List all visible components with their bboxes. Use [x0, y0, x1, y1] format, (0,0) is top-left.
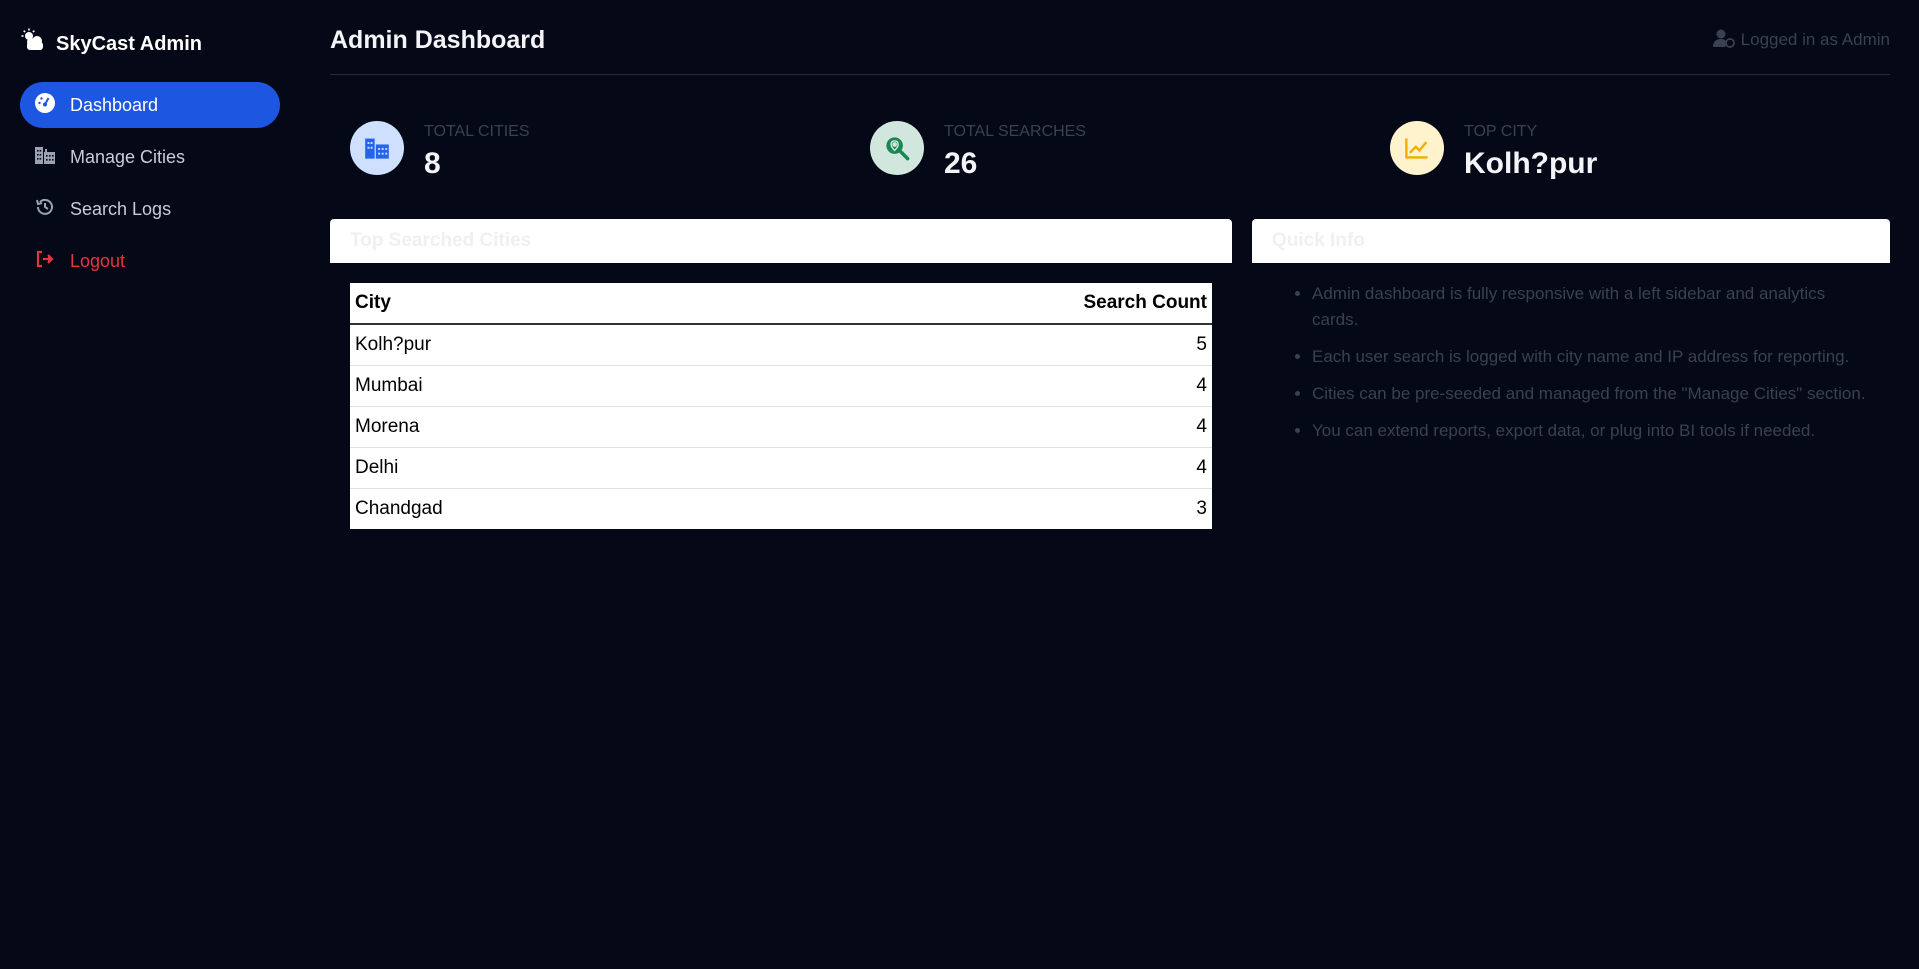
sidebar-item-label: Dashboard — [70, 94, 159, 115]
sidebar-item-label: Manage Cities — [70, 146, 186, 167]
panel-title: Top Searched Cities — [330, 219, 1232, 263]
search-location-icon — [870, 121, 924, 175]
count-cell: 5 — [714, 324, 1212, 366]
quick-info-panel: Quick Info Admin dashboard is fully resp… — [1252, 219, 1890, 549]
table-row: Kolh?pur 5 — [350, 324, 1212, 366]
stat-value: Kolh?pur — [1464, 147, 1598, 180]
city-cell: Kolh?pur — [350, 324, 715, 366]
user-status: Logged in as Admin — [1712, 22, 1890, 53]
sidebar-item-logout[interactable]: Logout — [20, 238, 280, 284]
top-cities-table: City Search Count Kolh?pur 5 Mumbai 4 Mo… — [350, 283, 1212, 529]
cloud-sun-icon — [20, 28, 46, 60]
list-item: Admin dashboard is fully responsive with… — [1312, 281, 1870, 333]
topbar: Admin Dashboard Logged in as Admin — [330, 0, 1890, 75]
city-cell: Morena — [350, 406, 715, 448]
list-item: Each user search is logged with city nam… — [1312, 344, 1870, 370]
main-content: Admin Dashboard Logged in as Admin TOTAL… — [330, 0, 1890, 549]
sidebar: SkyCast Admin Dashboard Manage Cities Se… — [0, 0, 300, 969]
stat-label: TOP CITY — [1464, 123, 1538, 140]
stat-value: 26 — [944, 147, 978, 180]
panels-row: Top Searched Cities City Search Count Ko… — [330, 219, 1890, 549]
count-cell: 3 — [1196, 497, 1207, 519]
table-row: Delhi 4 — [350, 447, 1212, 489]
stat-label: TOTAL CITIES — [424, 123, 530, 140]
list-item: Cities can be pre-seeded and managed fro… — [1312, 381, 1870, 407]
table-row: Mumbai 4 — [350, 365, 1212, 407]
count-cell: 4 — [714, 447, 1212, 489]
table-header-row: City Search Count — [350, 283, 1212, 325]
sidebar-item-manage-cities[interactable]: Manage Cities — [20, 134, 280, 180]
user-cog-icon — [1712, 28, 1735, 53]
table-row: Chandgad 3 — [350, 488, 1212, 529]
sidebar-item-search-logs[interactable]: Search Logs — [20, 186, 280, 232]
sidebar-item-label: Logout — [70, 250, 126, 271]
column-header-search-count: Search Count — [714, 283, 1212, 325]
count-cell: 4 — [714, 406, 1212, 448]
panel-title: Quick Info — [1252, 219, 1890, 263]
quick-info-list: Admin dashboard is fully responsive with… — [1272, 281, 1870, 444]
page-title: Admin Dashboard — [330, 25, 546, 54]
stat-value: 8 — [424, 147, 441, 180]
brand-name: SkyCast Admin — [56, 32, 202, 55]
table-row: Morena 4 — [350, 406, 1212, 448]
sidebar-item-label: Search Logs — [70, 198, 172, 219]
brand: SkyCast Admin — [20, 28, 280, 60]
list-item: You can extend reports, export data, or … — [1312, 418, 1870, 444]
column-header-city: City — [350, 283, 715, 325]
gauge-icon — [34, 92, 56, 119]
user-status-text: Logged in as Admin — [1740, 30, 1890, 49]
city-cell: Mumbai — [350, 365, 715, 407]
city-icon — [34, 144, 56, 171]
sidebar-item-dashboard[interactable]: Dashboard — [20, 82, 280, 128]
history-icon — [34, 196, 56, 223]
city-cell: Delhi — [350, 447, 715, 489]
chart-line-icon — [1390, 121, 1444, 175]
stats-row: TOTAL CITIES 8 TOTAL SEARCHES 26 TOP CIT… — [330, 121, 1890, 181]
stat-card-total-cities: TOTAL CITIES 8 — [330, 121, 850, 181]
city-cell: Chandgad — [355, 497, 443, 519]
stat-label: TOTAL SEARCHES — [944, 123, 1086, 140]
count-cell: 4 — [714, 365, 1212, 407]
logout-icon — [34, 248, 56, 275]
city-icon — [350, 121, 404, 175]
stat-card-total-searches: TOTAL SEARCHES 26 — [850, 121, 1370, 181]
stat-card-top-city: TOP CITY Kolh?pur — [1370, 121, 1890, 181]
top-cities-panel: Top Searched Cities City Search Count Ko… — [330, 219, 1232, 549]
sidebar-nav: Dashboard Manage Cities Search Logs Logo… — [20, 82, 280, 284]
